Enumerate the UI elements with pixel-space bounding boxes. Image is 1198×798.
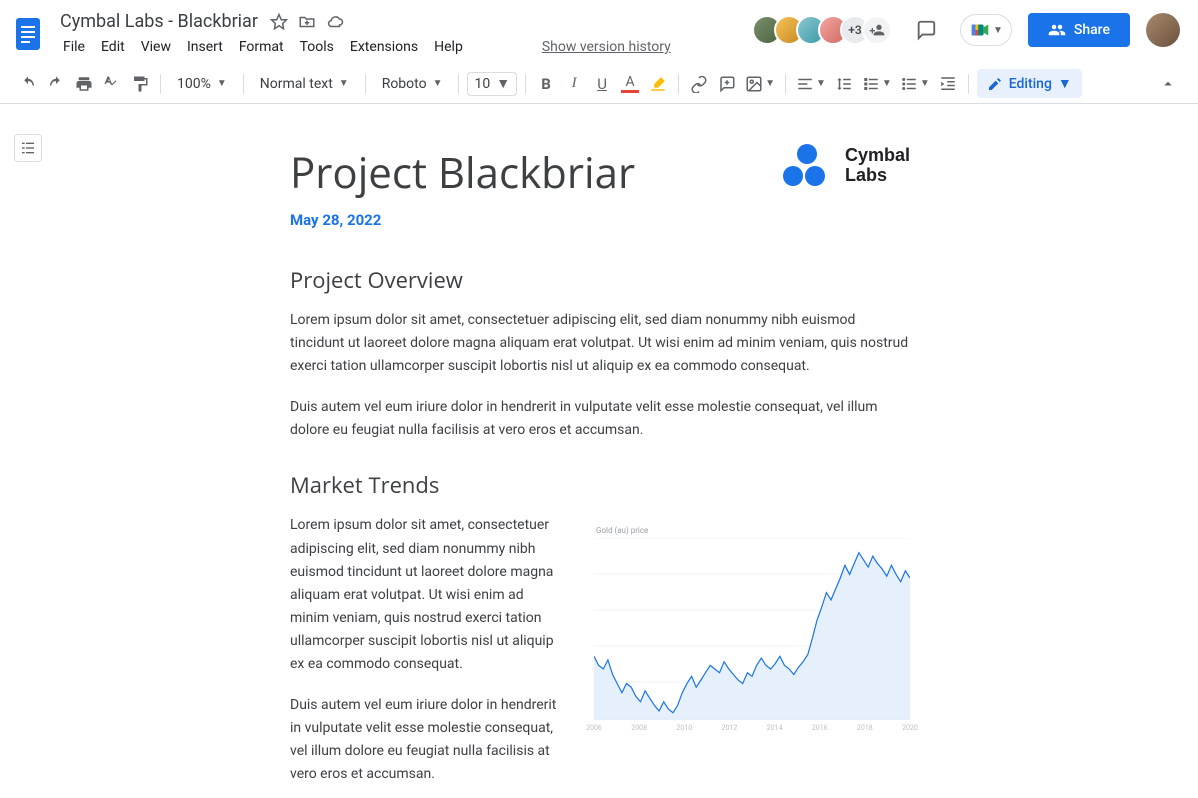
version-history-link[interactable]: Show version history	[542, 35, 671, 59]
cymbal-mark-icon	[783, 144, 831, 188]
insert-comment-button[interactable]	[715, 70, 739, 98]
format-paint-button[interactable]	[128, 70, 152, 98]
chart-x-tick: 2018	[857, 724, 873, 732]
company-name: Cymbal Labs	[845, 146, 910, 186]
document-canvas[interactable]: Cymbal Labs Project Blackbriar May 28, 2…	[0, 104, 1198, 798]
decrease-indent-button[interactable]	[936, 70, 960, 98]
bold-button[interactable]: B	[534, 70, 558, 98]
spellcheck-button[interactable]	[100, 70, 124, 98]
share-button[interactable]: Share	[1028, 13, 1130, 47]
chart-title: Gold (au) price	[596, 526, 648, 535]
cloud-status-icon[interactable]	[326, 13, 344, 31]
toolbar: 100%▼ Normal text▼ Roboto▼ 10▼ B I U A ▼…	[0, 64, 1198, 104]
highlight-button[interactable]	[646, 70, 670, 98]
font-family-dropdown[interactable]: Roboto▼	[374, 70, 451, 98]
undo-button[interactable]	[16, 70, 40, 98]
chart-x-tick: 2008	[631, 724, 647, 732]
menu-bar: File Edit View Insert Format Tools Exten…	[56, 35, 752, 63]
collaborator-avatars[interactable]: +3	[752, 15, 892, 45]
collapse-toolbar-button[interactable]	[1154, 70, 1182, 98]
chart-x-tick: 2014	[767, 724, 783, 732]
font-size-input[interactable]: 10▼	[467, 72, 517, 96]
menu-extensions[interactable]: Extensions	[343, 35, 425, 59]
paragraph-style-dropdown[interactable]: Normal text▼	[252, 70, 357, 98]
text-color-button[interactable]: A	[618, 70, 642, 98]
chart-x-tick: 2012	[722, 724, 738, 732]
menu-view[interactable]: View	[134, 35, 178, 59]
underline-button[interactable]: U	[590, 70, 614, 98]
document-page[interactable]: Cymbal Labs Project Blackbriar May 28, 2…	[200, 104, 1000, 798]
meet-button[interactable]: ▼	[960, 14, 1012, 46]
menu-format[interactable]: Format	[232, 35, 291, 59]
body-text: Duis autem vel eum iriure dolor in hendr…	[290, 694, 560, 786]
line-spacing-button[interactable]	[832, 70, 856, 98]
body-text: Lorem ipsum dolor sit amet, consectetuer…	[290, 309, 910, 378]
account-avatar[interactable]	[1146, 13, 1180, 47]
insert-link-button[interactable]	[687, 70, 711, 98]
print-button[interactable]	[72, 70, 96, 98]
share-label: Share	[1074, 22, 1110, 38]
comment-history-button[interactable]	[908, 12, 944, 48]
star-icon[interactable]	[270, 13, 288, 31]
chart-x-tick: 2016	[812, 724, 828, 732]
menu-tools[interactable]: Tools	[293, 35, 341, 59]
editing-mode-button[interactable]: Editing ▼	[977, 69, 1082, 98]
outline-toggle-button[interactable]	[14, 134, 42, 162]
chart-x-tick: 2020	[902, 724, 918, 732]
menu-insert[interactable]: Insert	[180, 35, 230, 59]
section-heading: Market Trends	[290, 470, 910, 500]
menu-file[interactable]: File	[56, 35, 92, 59]
menu-help[interactable]: Help	[427, 35, 470, 59]
docs-logo[interactable]	[8, 14, 48, 54]
italic-button[interactable]: I	[562, 70, 586, 98]
redo-button[interactable]	[44, 70, 68, 98]
move-folder-icon[interactable]	[298, 13, 316, 31]
company-logo: Cymbal Labs	[783, 144, 910, 188]
document-title-input[interactable]: Cymbal Labs - Blackbriar	[56, 10, 262, 33]
bulleted-list-button[interactable]: ▼	[898, 70, 932, 98]
add-collaborator-icon[interactable]	[862, 15, 892, 45]
chart-x-tick: 2010	[676, 724, 692, 732]
align-dropdown[interactable]: ▼	[794, 70, 828, 98]
title-bar: Cymbal Labs - Blackbriar File Edit View …	[0, 0, 1198, 64]
section-heading: Project Overview	[290, 265, 910, 295]
menu-edit[interactable]: Edit	[94, 35, 132, 59]
body-text: Lorem ipsum dolor sit amet, consectetuer…	[290, 514, 560, 676]
body-text: Duis autem vel eum iriure dolor in hendr…	[290, 396, 910, 442]
market-chart: Gold (au) price 2006 2008 2010 2012 2014 2016…	[580, 524, 910, 734]
zoom-dropdown[interactable]: 100%▼	[169, 70, 235, 98]
chart-x-tick: 2006	[586, 724, 602, 732]
insert-image-button[interactable]: ▼	[743, 70, 777, 98]
checklist-button[interactable]: ▼	[860, 70, 894, 98]
document-date: May 28, 2022	[290, 211, 910, 229]
